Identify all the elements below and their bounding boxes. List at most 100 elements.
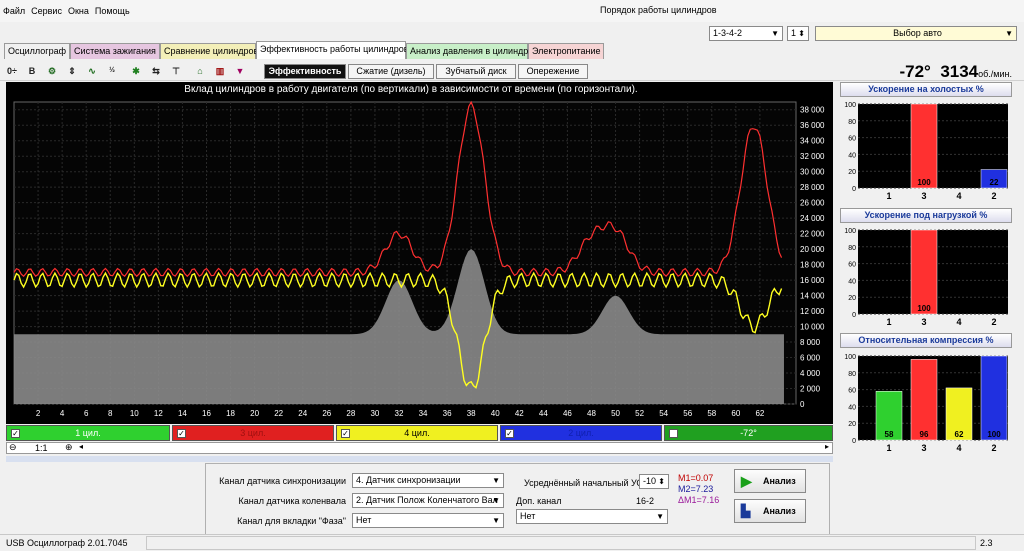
- analyze-button[interactable]: ▶ Анализ: [734, 469, 806, 493]
- legend-cyl-4[interactable]: ✓ 4 цил.: [336, 425, 498, 441]
- cursor-icon[interactable]: 0÷: [4, 63, 20, 79]
- bar-y-tick: 100: [844, 102, 856, 109]
- tab-ignition[interactable]: Система зажигания: [70, 43, 160, 59]
- zoom-in-icon[interactable]: ⊕: [65, 442, 73, 453]
- bar-y-tick: 40: [848, 152, 856, 159]
- analyze-bars-button[interactable]: ▙ Анализ: [734, 499, 806, 523]
- checkbox-icon[interactable]: [669, 429, 678, 438]
- panel-splitter[interactable]: [6, 456, 833, 462]
- cylinder-stepper[interactable]: 1 ⬍: [787, 26, 809, 41]
- toolbar: 0÷ B ⚙ ⇕ ∿ ½ ✱ ⇆ ⊤ ⌂ ▥ ▼ Эффективность С…: [0, 61, 1024, 81]
- check-icon[interactable]: ✓: [505, 429, 514, 438]
- subtab-tooth-disk[interactable]: Зубчатый диск: [436, 64, 516, 79]
- x-tick-label: 10: [130, 409, 139, 418]
- gear-icon[interactable]: ⚙: [44, 63, 60, 79]
- bar-category-label: 1: [886, 317, 891, 327]
- y-tick-label: 0: [800, 400, 805, 409]
- menu-help[interactable]: Помощь: [92, 0, 133, 22]
- legend-cyl-1[interactable]: ✓ 1 цил.: [6, 425, 170, 441]
- legend-cyl-3[interactable]: ✓ 3 цил.: [172, 425, 334, 441]
- bar-y-tick: 20: [848, 421, 856, 428]
- menu-windows[interactable]: Окна: [65, 0, 92, 22]
- extra-channel-label: Доп. канал: [516, 496, 562, 506]
- car-select[interactable]: Выбор авто ▼: [815, 26, 1017, 41]
- extra-channel-select[interactable]: Нет ▼: [516, 509, 668, 524]
- menu-service[interactable]: Сервис: [28, 0, 65, 22]
- legend-cyl-2[interactable]: ✓ 2 цил.: [500, 425, 662, 441]
- menu-file[interactable]: Файл: [0, 0, 28, 22]
- bars-icon[interactable]: ▥: [212, 63, 228, 79]
- filter-icon[interactable]: ▼: [232, 63, 248, 79]
- wave-icon[interactable]: ∿: [84, 63, 100, 79]
- y-tick-label: 30 000: [800, 168, 825, 177]
- bar-value-label: 100: [917, 178, 931, 187]
- bar-y-tick: 60: [848, 262, 856, 269]
- phase-channel-select[interactable]: Нет ▼: [352, 513, 504, 528]
- tab-cylinder-compare[interactable]: Сравнение цилиндров: [160, 43, 258, 59]
- chart-icon[interactable]: ⌂: [192, 63, 208, 79]
- y-tick-label: 14 000: [800, 292, 825, 301]
- efficiency-chart[interactable]: 0 2 000 4 000 6 000 8 000 10 000 12 000 14 000 1…: [6, 82, 833, 424]
- rpm-unit: об./мин.: [978, 69, 1012, 79]
- x-tick-label: 50: [611, 409, 620, 418]
- marker-icon[interactable]: ⊤: [168, 63, 184, 79]
- bar-value-label: 22: [990, 178, 999, 187]
- stepper-icon: ⬍: [798, 29, 805, 38]
- check-icon[interactable]: ✓: [177, 429, 186, 438]
- zoom-out-icon[interactable]: ⊖: [9, 442, 17, 453]
- tab-power[interactable]: Электропитание: [528, 43, 604, 59]
- bar-category-label: 3: [921, 317, 926, 327]
- tab-efficiency[interactable]: Эффективность работы цилиндров: [256, 41, 409, 59]
- bar-y-tick: 0: [852, 312, 856, 319]
- y-tick-label: 28 000: [800, 183, 825, 192]
- scroll-right-icon[interactable]: ▸: [825, 442, 829, 451]
- scroll-left-icon[interactable]: ◂: [79, 442, 83, 451]
- x-tick-label: 16: [202, 409, 211, 418]
- scale-icon[interactable]: ⇕: [64, 63, 80, 79]
- chevron-down-icon: ▼: [492, 496, 500, 505]
- y-tick-label: 38 000: [800, 106, 825, 115]
- x-tick-label: 26: [322, 409, 331, 418]
- bold-icon[interactable]: B: [24, 63, 40, 79]
- stepper-icon: ⬍: [658, 477, 665, 486]
- check-icon[interactable]: ✓: [341, 429, 350, 438]
- bar-category-label: 4: [956, 443, 961, 453]
- subtab-efficiency[interactable]: Эффективность: [264, 64, 346, 79]
- legend-angle[interactable]: -72°: [664, 425, 833, 441]
- bar-y-tick: 40: [848, 278, 856, 285]
- x-tick-label: 40: [491, 409, 500, 418]
- uoz-stepper[interactable]: -10 ⬍: [639, 474, 669, 489]
- sync-channel-select[interactable]: 4. Датчик синхронизации ▼: [352, 473, 504, 488]
- subtab-compression[interactable]: Сжатие (дизель): [348, 64, 434, 79]
- x-tick-label: 20: [250, 409, 259, 418]
- crank-channel-label: Канал датчика коленвала: [238, 496, 346, 506]
- subtab-advance[interactable]: Опережение: [518, 64, 588, 79]
- tab-oscilloscope[interactable]: Осциллограф: [4, 43, 70, 59]
- bar-y-tick: 0: [852, 186, 856, 193]
- bar-category-label: 4: [956, 191, 961, 201]
- bar-y-tick: 60: [848, 388, 856, 395]
- x-tick-label: 30: [370, 409, 379, 418]
- dollar-icon[interactable]: ⇆: [148, 63, 164, 79]
- snowflake-icon[interactable]: ✱: [128, 63, 144, 79]
- x-tick-label: 34: [419, 409, 428, 418]
- y-tick-label: 36 000: [800, 121, 825, 130]
- bar-category-label: 4: [956, 317, 961, 327]
- m2-value: M2=7.23: [678, 484, 714, 494]
- x-tick-label: 8: [108, 409, 113, 418]
- bar-category-label: 3: [921, 443, 926, 453]
- bars-icon: ▙: [741, 504, 751, 518]
- check-icon[interactable]: ✓: [11, 429, 20, 438]
- x-tick-label: 14: [178, 409, 187, 418]
- crank-channel-select[interactable]: 2. Датчик Полож Коленчатого Вал ▼: [352, 493, 504, 508]
- firing-order-select[interactable]: 1-3-4-2 ▼: [709, 26, 783, 41]
- y-tick-label: 18 000: [800, 261, 825, 270]
- angle-value: -72°: [899, 62, 931, 81]
- y-tick-label: 24 000: [800, 214, 825, 223]
- bar-value-label: 100: [917, 304, 931, 313]
- zoom-scrollbar[interactable]: ⊖ 1:1 ⊕ ◂ ▸: [6, 442, 833, 454]
- y-tick-label: 10 000: [800, 323, 825, 332]
- fraction-icon[interactable]: ½: [104, 63, 120, 79]
- tab-pressure[interactable]: Анализ давления в цилиндре: [406, 43, 533, 59]
- chevron-down-icon: ▼: [656, 512, 664, 521]
